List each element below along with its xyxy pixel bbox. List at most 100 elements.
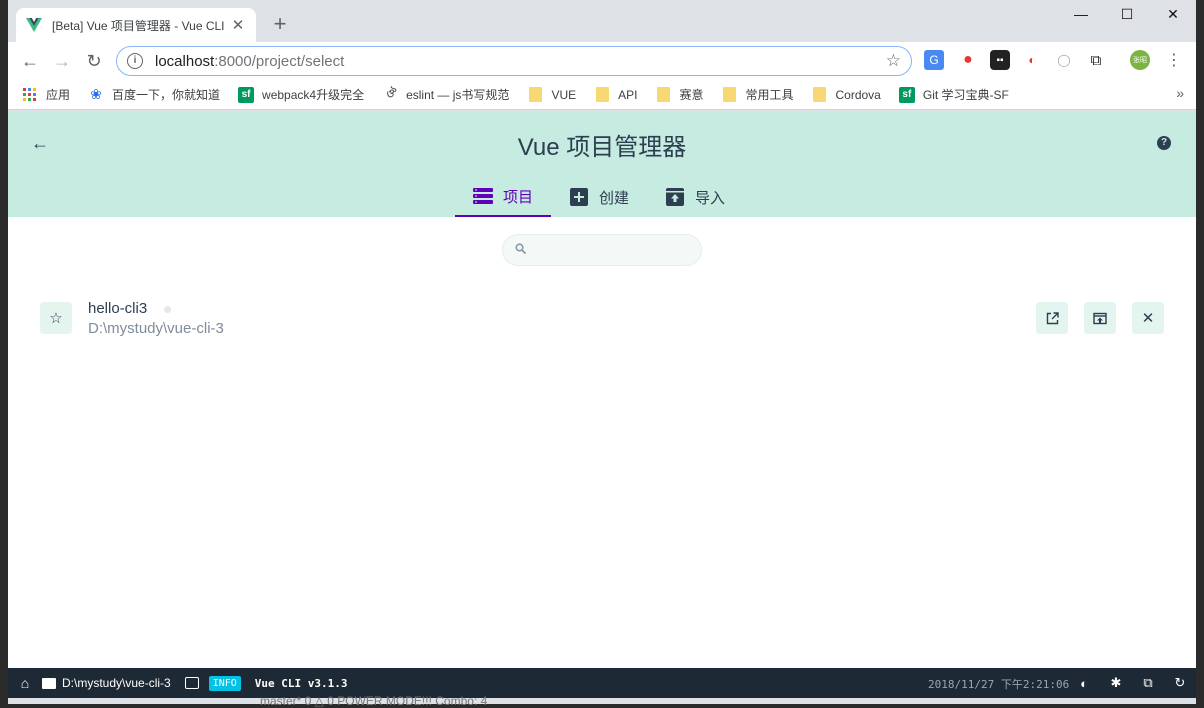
folder-icon <box>812 87 828 103</box>
project-path: D:\mystudy\vue-cli-3 <box>88 320 224 337</box>
sf-icon: sf <box>898 86 915 103</box>
folder-icon <box>594 87 610 103</box>
bookmark-star-icon[interactable]: ☆ <box>886 51 901 71</box>
favorite-star-icon[interactable]: ☆ <box>40 302 72 334</box>
maximize-button[interactable]: ☐ <box>1116 6 1138 23</box>
bookmark-label: Cordova <box>835 87 881 102</box>
help-icon[interactable]: ? <box>1157 136 1171 150</box>
folder-icon <box>42 677 56 689</box>
tab-label: 导入 <box>695 189 726 207</box>
project-tabs: 项目 创建 导入 <box>455 177 743 217</box>
bookmark-label: VUE <box>551 87 577 102</box>
bug-report-icon[interactable]: ✱ <box>1108 675 1124 691</box>
close-icon: ✕ <box>1141 310 1155 327</box>
page-title: Vue 项目管理器 <box>517 134 687 161</box>
open-external-icon <box>1046 311 1059 324</box>
home-icon[interactable]: ⌂ <box>8 675 42 691</box>
back-button[interactable]: ← <box>14 45 46 77</box>
minimize-button[interactable]: — <box>1070 6 1092 22</box>
cli-version: Vue CLI v3.1.3 <box>254 676 348 690</box>
bookmark-label: eslint — js书写规范 <box>406 88 510 102</box>
bookmark-item[interactable]: ঔ eslint — js书写规范 <box>382 86 510 103</box>
search-icon <box>515 243 527 257</box>
folder-icon <box>527 87 543 103</box>
bookmark-label: 百度一下，你就知道 <box>112 88 221 102</box>
bookmark-label: 应用 <box>46 88 71 102</box>
new-tab-button[interactable]: + <box>268 12 292 36</box>
browser-window: [Beta] Vue 项目管理器 - Vue CLI ✕ + — ☐ ✕ ← →… <box>8 0 1196 704</box>
project-name: hello-cli3 <box>88 300 148 317</box>
bookmark-item[interactable]: sf Git 学习宝典-SF <box>898 86 1009 103</box>
import-box-icon <box>665 188 685 206</box>
avatar[interactable]: 张昭 <box>1130 50 1150 70</box>
cwd-path: D:\mystudy\vue-cli-3 <box>62 676 171 690</box>
folder-open-icon <box>1093 312 1107 324</box>
tab-import[interactable]: 导入 <box>647 177 743 217</box>
bookmark-label: Git 学习宝典-SF <box>922 88 1009 102</box>
apps-grid-icon <box>22 87 38 103</box>
status-bar: ⌂ D:\mystudy\vue-cli-3 INFO Vue CLI v3.1… <box>8 668 1196 698</box>
list-item[interactable]: ☆ hello-cli3 D:\mystudy\vue-cli-3 ✕ <box>40 300 1164 337</box>
address-bar[interactable]: i localhost :8000/project/select ☆ <box>116 46 912 76</box>
remove-project-button[interactable]: ✕ <box>1132 302 1164 334</box>
open-project-button[interactable] <box>1084 302 1116 334</box>
extension-icon[interactable]: ◐ <box>1022 50 1042 70</box>
site-info-icon[interactable]: i <box>127 53 143 69</box>
search-input[interactable] <box>502 234 702 266</box>
translate-icon[interactable]: ⧉ <box>1140 675 1156 691</box>
project-status-dot <box>164 306 171 313</box>
status-timestamp: 2018/11/27 下午2:21:06 <box>928 678 1070 691</box>
app-header: ← Vue 项目管理器 ? 项目 创建 导入 <box>8 111 1196 217</box>
bookmark-folder[interactable]: 赛意 <box>655 86 703 103</box>
tab-projects[interactable]: 项目 <box>455 177 552 217</box>
log-level-badge[interactable]: INFO <box>208 675 241 691</box>
folder-icon <box>655 87 671 103</box>
cwd-button[interactable]: D:\mystudy\vue-cli-3 <box>42 676 171 690</box>
browser-tab[interactable]: [Beta] Vue 项目管理器 - Vue CLI ✕ <box>16 8 256 42</box>
folder-icon <box>721 87 737 103</box>
menu-kebab-icon[interactable]: ⋮ <box>1164 50 1184 70</box>
tab-create[interactable]: 创建 <box>551 177 647 217</box>
add-box-icon <box>569 188 589 206</box>
dark-mode-icon[interactable]: ◐ <box>1076 675 1092 691</box>
url-host: localhost <box>155 52 215 70</box>
underlying-editor-status: master* 0 △ 0 POWER MODE!!! Combo: 4 <box>260 694 488 708</box>
bookmark-folder[interactable]: Cordova <box>812 87 881 103</box>
browser-toolbar: ← → ↻ i localhost :8000/project/select ☆ <box>8 42 1196 80</box>
bookmark-item[interactable]: sf webpack4升级完全 <box>238 86 364 103</box>
list-icon <box>473 187 493 205</box>
bookmark-label: webpack4升级完全 <box>262 88 365 102</box>
tab-close-icon[interactable]: ✕ <box>230 16 246 34</box>
bookmark-folder[interactable]: API <box>594 87 637 103</box>
bookmark-label: API <box>618 87 638 102</box>
tab-title: [Beta] Vue 项目管理器 - Vue CLI <box>52 18 225 33</box>
forward-button[interactable]: → <box>46 45 78 77</box>
vue-project-manager: ← Vue 项目管理器 ? 项目 创建 导入 ☆ hello-cli3 D:\m… <box>8 111 1196 668</box>
extension-icon[interactable]: ◯ <box>1054 50 1074 70</box>
extension-icon[interactable]: ▪▪ <box>990 50 1010 70</box>
bookmark-label: 赛意 <box>679 88 704 102</box>
eslint-icon: ঔ <box>385 88 395 100</box>
bookmark-folder[interactable]: 常用工具 <box>721 86 794 103</box>
bookmarks-overflow-icon[interactable]: » <box>1176 85 1184 101</box>
open-in-editor-button[interactable] <box>1036 302 1068 334</box>
bookmarks-bar: 应用 ❀ 百度一下，你就知道 sf webpack4升级完全 ঔ eslint … <box>8 80 1196 110</box>
vue-logo-icon <box>26 18 42 32</box>
tab-strip: [Beta] Vue 项目管理器 - Vue CLI ✕ + — ☐ ✕ <box>8 0 1196 42</box>
close-window-button[interactable]: ✕ <box>1162 6 1184 23</box>
bookmark-item[interactable]: ❀ 百度一下，你就知道 <box>88 86 220 103</box>
translate-extension-icon[interactable]: G <box>924 50 944 70</box>
reload-button[interactable]: ↻ <box>78 45 110 77</box>
bookmark-label: 常用工具 <box>745 88 794 102</box>
tab-label: 项目 <box>503 188 534 206</box>
bookmark-folder[interactable]: VUE <box>527 87 576 103</box>
refresh-icon[interactable]: ↻ <box>1172 675 1188 691</box>
tab-label: 创建 <box>599 189 630 207</box>
sf-icon: sf <box>238 86 255 103</box>
bookmark-item[interactable]: 应用 <box>22 86 70 103</box>
extension-icon[interactable]: ⧉ <box>1086 50 1106 70</box>
url-path: :8000/project/select <box>214 52 345 70</box>
log-icon[interactable] <box>184 677 199 689</box>
location-extension-icon[interactable]: ● <box>958 50 978 70</box>
baidu-paw-icon: ❀ <box>90 86 102 102</box>
